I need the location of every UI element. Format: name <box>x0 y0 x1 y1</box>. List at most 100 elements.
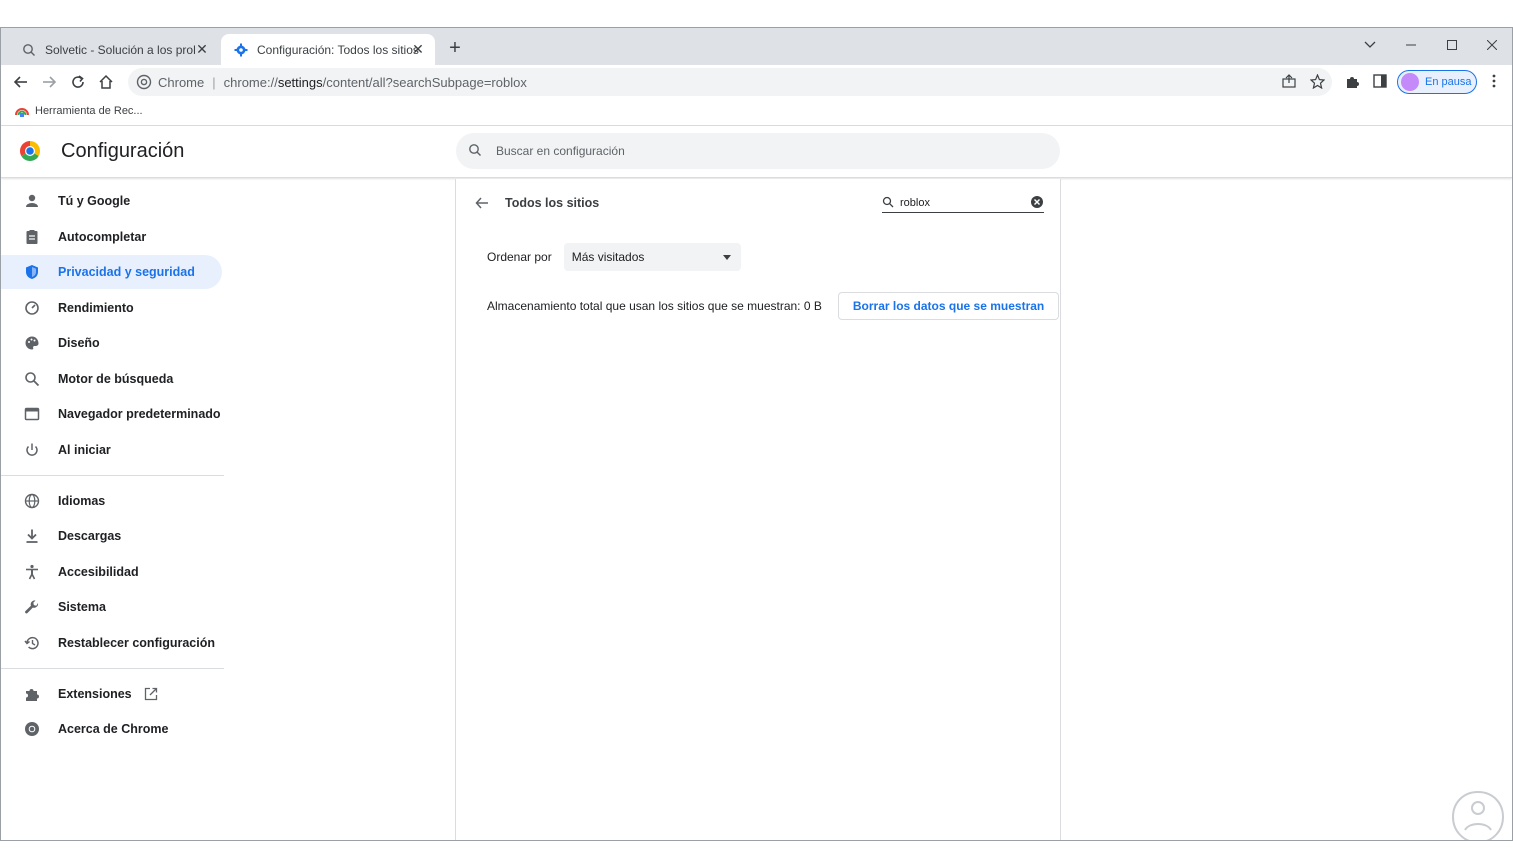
site-filter-input[interactable]: roblox <box>882 193 1044 213</box>
address-bar[interactable]: Chrome | chrome://settings/content/all?s… <box>128 68 1332 96</box>
sidebar-item-label: Accesibilidad <box>58 565 139 579</box>
omnibox-chip: Chrome <box>158 74 205 90</box>
menu-kebab-icon[interactable] <box>1485 72 1503 90</box>
sidebar-item-tu-y-google[interactable]: Tú y Google <box>1 184 222 218</box>
sidebar-item-acerca-chrome[interactable]: Acerca de Chrome <box>1 712 222 746</box>
search-placeholder: Buscar en configuración <box>496 144 625 158</box>
sidebar-item-label: Navegador predeterminado <box>58 407 221 421</box>
speedometer-icon <box>23 299 41 317</box>
rainbow-bookmark-icon <box>15 104 29 118</box>
browser-window: Solvetic - Solución a los problem ✕ Conf… <box>0 27 1513 841</box>
external-link-icon <box>144 687 158 701</box>
sidebar-item-motor-busqueda[interactable]: Motor de búsqueda <box>1 362 222 396</box>
tab-title: Configuración: Todos los sitios <box>257 42 419 57</box>
search-icon <box>23 370 41 388</box>
sidebar-item-label: Sistema <box>58 600 106 614</box>
shield-icon <box>23 263 41 281</box>
accessibility-icon <box>23 563 41 581</box>
gear-favicon-icon <box>233 42 249 58</box>
sort-value: Más visitados <box>571 250 645 264</box>
tab-search-chevron-icon[interactable] <box>1356 34 1384 56</box>
extensions-puzzle-icon[interactable] <box>1343 72 1361 90</box>
sidebar-item-autocompletar[interactable]: Autocompletar <box>1 220 222 254</box>
clipboard-icon <box>23 228 41 246</box>
sidebar-item-label: Restablecer configuración <box>58 636 215 650</box>
sidebar-item-diseno[interactable]: Diseño <box>1 326 222 360</box>
search-favicon-icon <box>21 42 37 58</box>
sidebar-item-label: Al iniciar <box>58 443 111 457</box>
history-icon <box>23 634 41 652</box>
tab-configuracion[interactable]: Configuración: Todos los sitios ✕ <box>221 34 435 65</box>
sidebar-item-restablecer[interactable]: Restablecer configuración <box>1 626 222 660</box>
download-icon <box>23 527 41 545</box>
bookmark-star-icon[interactable] <box>1308 72 1326 90</box>
back-icon[interactable] <box>8 69 34 95</box>
sort-select[interactable]: Más visitados <box>563 243 741 271</box>
search-icon <box>468 143 484 159</box>
settings-header: Configuración Buscar en configuración <box>1 126 1512 178</box>
sidebar: Tú y Google Autocompletar Privacidad y s… <box>1 179 226 839</box>
chrome-logo-icon <box>19 140 41 162</box>
globe-icon <box>23 492 41 510</box>
maximize-icon[interactable] <box>1438 34 1466 56</box>
reload-icon[interactable] <box>65 69 91 95</box>
chrome-site-icon <box>136 74 152 90</box>
page-title: Configuración <box>61 140 185 162</box>
sidebar-item-extensiones[interactable]: Extensiones <box>1 677 222 711</box>
sidebar-item-label: Extensiones <box>58 687 132 701</box>
settings-search-input[interactable]: Buscar en configuración <box>456 133 1060 169</box>
window-close-icon[interactable] <box>1478 34 1506 56</box>
palette-icon <box>23 334 41 352</box>
sidebar-item-rendimiento[interactable]: Rendimiento <box>1 291 222 325</box>
sidebar-item-privacidad[interactable]: Privacidad y seguridad <box>1 255 222 289</box>
sidebar-item-navegador[interactable]: Navegador predeterminado <box>1 397 222 431</box>
minimize-icon[interactable] <box>1397 34 1425 56</box>
filter-value: roblox <box>900 196 930 209</box>
sidebar-item-al-iniciar[interactable]: Al iniciar <box>1 433 222 467</box>
back-arrow-icon[interactable] <box>472 193 492 213</box>
toolbar: Chrome | chrome://settings/content/all?s… <box>1 65 1512 99</box>
sidebar-item-label: Motor de búsqueda <box>58 372 174 386</box>
sidebar-item-label: Tú y Google <box>58 194 131 208</box>
wrench-icon <box>23 598 41 616</box>
sidebar-item-accesibilidad[interactable]: Accesibilidad <box>1 555 222 589</box>
search-icon <box>882 196 896 210</box>
new-tab-button[interactable]: + <box>445 38 465 59</box>
avatar <box>1401 73 1419 91</box>
url-text: chrome://settings/content/all?searchSubp… <box>223 74 527 90</box>
sidebar-item-idiomas[interactable]: Idiomas <box>1 484 222 518</box>
profile-status: En pausa <box>1425 76 1472 88</box>
sidebar-item-label: Idiomas <box>58 494 106 508</box>
browser-icon <box>23 405 41 423</box>
tab-strip: Solvetic - Solución a los problem ✕ Conf… <box>1 28 1512 65</box>
tab-solvetic[interactable]: Solvetic - Solución a los problem ✕ <box>9 34 219 65</box>
sort-label: Ordenar por <box>487 250 552 264</box>
bookmark-item[interactable]: Herramienta de Rec... <box>15 104 143 118</box>
sidebar-item-sistema[interactable]: Sistema <box>1 590 222 624</box>
bookmarks-bar: Herramienta de Rec... <box>1 99 1512 126</box>
sidebar-item-label: Diseño <box>58 336 100 350</box>
clear-data-button[interactable]: Borrar los datos que se muestran <box>837 292 1060 320</box>
forward-icon[interactable] <box>36 69 62 95</box>
home-icon[interactable] <box>93 69 119 95</box>
sidebar-divider <box>1 475 224 476</box>
person-icon <box>23 192 41 210</box>
dropdown-caret-icon <box>722 255 731 260</box>
storage-row: Almacenamiento total que usan los sitios… <box>487 292 1060 320</box>
watermark-logo-icon <box>1449 788 1507 840</box>
card-header: Todos los sitios roblox <box>456 179 1060 227</box>
share-icon[interactable] <box>1280 72 1298 90</box>
subpage-title: Todos los sitios <box>505 196 600 210</box>
omnibox-separator: | <box>212 74 216 90</box>
profile-button[interactable]: En pausa <box>1397 70 1477 94</box>
sidebar-item-descargas[interactable]: Descargas <box>1 519 222 553</box>
sidebar-item-label: Descargas <box>58 529 122 543</box>
close-tab-icon[interactable]: ✕ <box>195 42 209 56</box>
close-tab-icon[interactable]: ✕ <box>411 42 425 56</box>
sidebar-divider <box>1 668 224 669</box>
sort-row: Ordenar por Más visitados <box>487 243 741 271</box>
clear-search-icon[interactable] <box>1030 195 1044 209</box>
sidebar-item-label: Acerca de Chrome <box>58 722 169 736</box>
storage-text: Almacenamiento total que usan los sitios… <box>487 299 822 313</box>
side-panel-icon[interactable] <box>1371 72 1389 90</box>
